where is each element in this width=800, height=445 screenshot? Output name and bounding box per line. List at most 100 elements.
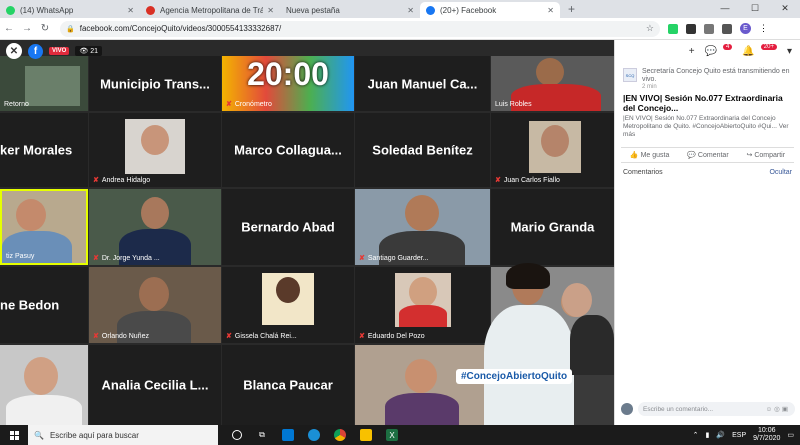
system-tray: ⌃ ▮ 🔊 ESP 10:06 9/7/2020 ▭	[693, 427, 800, 443]
volume-icon[interactable]: 🔊	[716, 431, 725, 439]
tab-agencia[interactable]: Agencia Metropolitana de Tráns ✕	[140, 2, 280, 18]
presenter-body	[484, 305, 574, 425]
comment-button[interactable]: 💬 Comentar	[687, 151, 728, 159]
messenger-icon[interactable]: 💬	[705, 46, 717, 57]
bell-icon[interactable]: 🔔	[742, 46, 754, 57]
participant-image	[405, 195, 439, 231]
url-text: facebook.com/ConcejoQuito/videos/3000554…	[79, 24, 282, 33]
participant-name: Soledad Benítez	[372, 142, 473, 158]
share-label: Compartir	[754, 152, 786, 159]
task-view-icon[interactable]: ⧉	[256, 429, 268, 441]
reload-icon[interactable]: ↻	[36, 23, 54, 34]
mic-muted-icon: ✘	[93, 333, 99, 340]
profile-avatar[interactable]: E	[740, 23, 751, 34]
post-actions: 👍 Me gusta 💬 Comentar ↪ Compartir	[621, 147, 794, 163]
tab-facebook[interactable]: (20+) Facebook ✕	[420, 2, 560, 18]
post-time[interactable]: 2 min	[642, 84, 794, 90]
share-button[interactable]: ↪ Compartir	[747, 151, 786, 159]
maximize-icon[interactable]: ☐	[740, 0, 770, 16]
close-tab-icon[interactable]: ✕	[127, 6, 134, 15]
second-person	[562, 283, 592, 317]
taskbar-search[interactable]: 🔍 Escribe aquí para buscar	[28, 425, 218, 445]
tab-label: (14) WhatsApp	[20, 5, 74, 15]
menu-dots-icon[interactable]: ⋮	[759, 23, 768, 34]
comment-input[interactable]: Escribe un comentario... ☺◎▣	[638, 402, 795, 416]
participant-image	[139, 277, 169, 311]
extensions: E ⋮	[668, 23, 768, 34]
live-badge: VIVO	[49, 47, 70, 55]
whatsapp-extension-icon[interactable]	[668, 23, 678, 34]
windows-start-icon[interactable]	[0, 430, 28, 440]
comments-header: Comentarios Ocultar	[615, 163, 800, 182]
chevron-down-icon[interactable]: ▾	[787, 46, 792, 57]
mic-muted-icon: ✘	[359, 333, 365, 340]
network-icon[interactable]: ▮	[706, 431, 710, 439]
new-tab-button[interactable]: +	[568, 2, 575, 16]
mic-muted-icon: ✘	[93, 177, 99, 184]
close-tab-icon[interactable]: ✕	[267, 6, 274, 15]
close-tab-icon[interactable]: ✕	[547, 6, 554, 15]
participant-image	[399, 305, 447, 327]
notifications-icon[interactable]: ▭	[787, 431, 794, 439]
participant-label: Orlando Nuñez	[101, 332, 149, 340]
participant-tile: Soledad Benítez	[355, 113, 490, 187]
search-icon: 🔍	[34, 430, 44, 440]
back-icon[interactable]: ←	[0, 23, 18, 34]
close-icon[interactable]: ✕	[6, 43, 22, 59]
participant-name: Marco Collagua...	[234, 142, 342, 158]
chrome-icon[interactable]	[334, 429, 346, 441]
thumb-label: Retorno	[4, 101, 29, 108]
participant-name: tiz Pasuy	[6, 253, 34, 260]
participant-tile: ✘ Andrea Hidalgo	[89, 113, 221, 187]
participant-image	[141, 197, 169, 229]
participant-image	[276, 277, 300, 303]
participant-name: ✘ Orlando Nuñez	[93, 332, 149, 341]
facebook-icon	[426, 5, 435, 15]
notifications-badge: 20+	[760, 44, 777, 50]
store-icon[interactable]	[282, 429, 294, 441]
participant-tile: Municipio Trans...	[89, 56, 221, 111]
close-tab-icon[interactable]: ✕	[407, 6, 414, 15]
explorer-icon[interactable]	[360, 429, 372, 441]
like-button[interactable]: 👍 Me gusta	[630, 151, 669, 159]
hide-comments-link[interactable]: Ocultar	[769, 169, 792, 176]
bookmark-star-icon[interactable]: ☆	[646, 23, 654, 34]
tab-nueva[interactable]: Nueva pestaña ✕	[280, 2, 420, 18]
lock-icon: 🔒	[66, 25, 75, 33]
language-indicator[interactable]: ESP	[732, 432, 746, 439]
puzzle-icon[interactable]	[704, 23, 714, 34]
participant-tile: Marco Collagua...	[222, 113, 354, 187]
post-author[interactable]: Secretaría Concejo Quito está transmitie…	[642, 68, 794, 84]
chevron-up-icon[interactable]: ⌃	[693, 431, 699, 439]
emoji-icons[interactable]: ☺◎▣	[766, 405, 790, 413]
post-panel: + 💬 4 🔔 20+ ▾ SCQ Secretaría Concejo Quito…	[614, 40, 800, 425]
cortana-icon[interactable]	[232, 430, 242, 440]
participant-tile: ✘ Santiago Guarder...	[355, 189, 490, 265]
excel-icon[interactable]: X	[386, 429, 398, 441]
page-avatar[interactable]: SCQ	[623, 68, 637, 82]
participant-label: Cronómetro	[234, 100, 272, 108]
participant-label: Andrea Hidalgo	[101, 176, 151, 184]
participant-label: Juan Carlos Fiallo	[503, 176, 560, 184]
tab-whatsapp[interactable]: (14) WhatsApp ✕	[0, 2, 140, 18]
plus-icon[interactable]: +	[689, 46, 695, 57]
participant-image	[385, 393, 459, 425]
presenter-overlay	[480, 263, 614, 425]
extension-icon[interactable]	[686, 23, 696, 34]
participant-image	[141, 125, 169, 155]
participant-tile: Blanca Paucar	[222, 345, 354, 425]
post-header: SCQ Secretaría Concejo Quito está transm…	[615, 62, 800, 90]
participant-label: Dr. Jorge Yunda ...	[101, 254, 160, 262]
panel-header: + 💬 4 🔔 20+ ▾	[615, 40, 800, 62]
url-input[interactable]: 🔒 facebook.com/ConcejoQuito/videos/30005…	[60, 20, 660, 37]
participant-tile: Luis Robles	[491, 56, 614, 111]
forward-icon[interactable]: →	[18, 23, 36, 34]
minimize-icon[interactable]: —	[710, 0, 740, 16]
close-window-icon[interactable]: ✕	[770, 0, 800, 16]
search-placeholder: Escribe aquí para buscar	[49, 430, 139, 440]
extension-icon[interactable]	[722, 23, 732, 34]
live-video[interactable]: ✕ f VIVO 👁 21 Retorno Municipio Trans...…	[0, 40, 614, 425]
tab-strip: (14) WhatsApp ✕ Agencia Metropolitana de…	[0, 0, 800, 18]
edge-icon[interactable]	[308, 429, 320, 441]
clock[interactable]: 10:06 9/7/2020	[753, 427, 780, 443]
